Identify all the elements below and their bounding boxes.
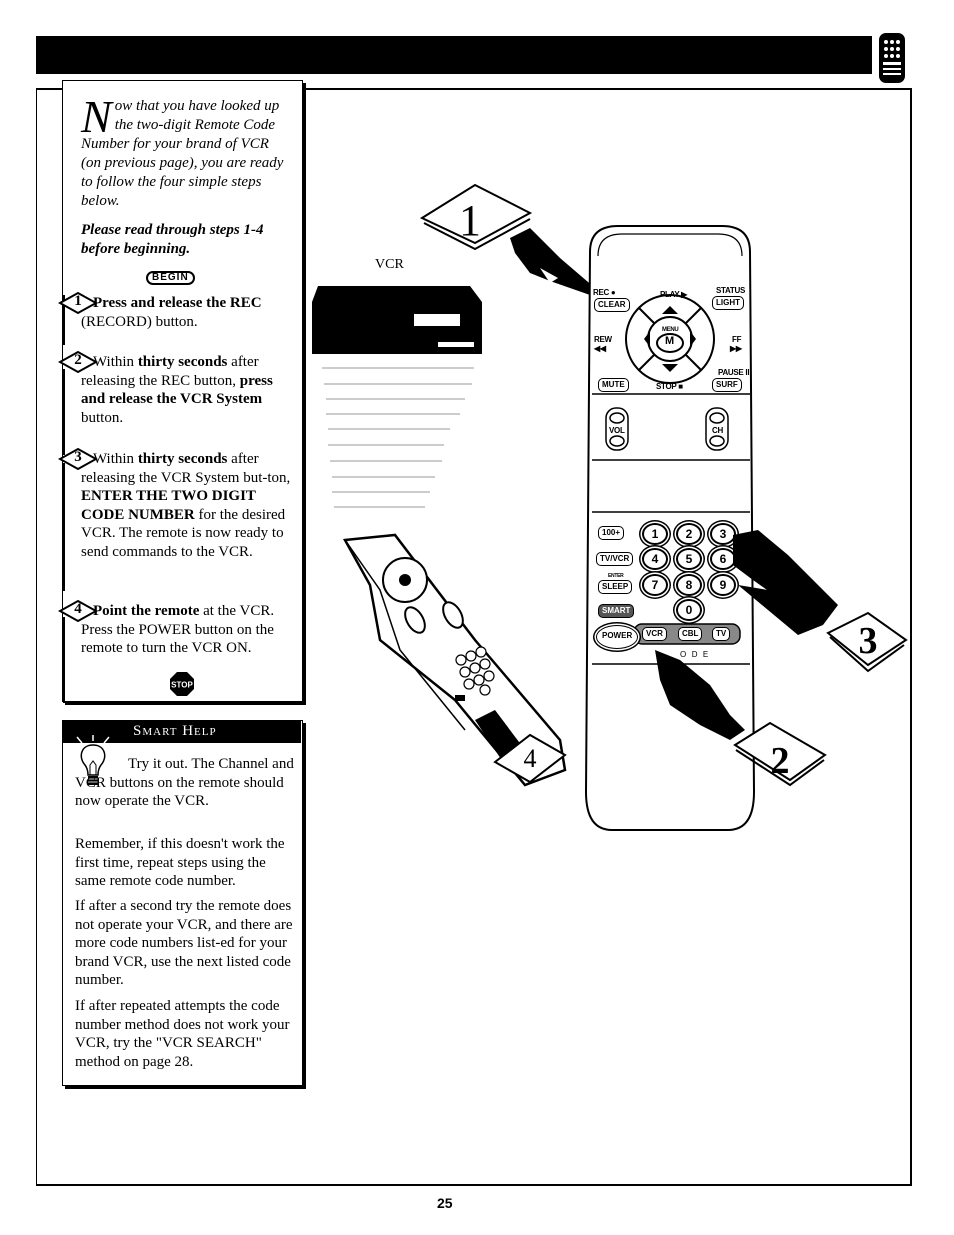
keypad-0-button[interactable]: 0 xyxy=(676,599,702,621)
keypad-4-button[interactable]: 4 xyxy=(642,548,668,570)
step-2-hand-illustration: 2 xyxy=(650,645,830,800)
step-number: 2 xyxy=(74,352,82,368)
step-emphasis: thirty seconds xyxy=(137,451,228,467)
fast-forward-icon[interactable]: ▶▶ xyxy=(730,344,742,353)
step-3: 3 Within thirty seconds after releasing … xyxy=(57,447,293,561)
step-number-diamond: 2 xyxy=(57,350,99,374)
step-number: 4 xyxy=(74,601,82,617)
smart-help-paragraph: If after a second try the remote does no… xyxy=(75,898,293,988)
pause-label: PAUSE II xyxy=(718,368,750,377)
keypad-8-button[interactable]: 8 xyxy=(676,574,702,596)
cbl-mode-button[interactable]: CBL xyxy=(678,627,703,641)
sleep-button[interactable]: SLEEP xyxy=(598,580,633,594)
step-number-diamond: 1 xyxy=(57,291,99,315)
step-text: Press and release the REC (RECORD) butto… xyxy=(81,294,293,331)
step-emphasis: Press and release the REC xyxy=(93,295,262,311)
rew-label: REW xyxy=(594,335,612,344)
tv-vcr-button[interactable]: TV/VCR xyxy=(596,552,634,566)
keypad-5-button[interactable]: 5 xyxy=(676,548,702,570)
smart-help-box: Smart Help Try it out. The Channel and V… xyxy=(62,720,303,1086)
step-text-run: (RECORD) button. xyxy=(81,313,198,330)
remote-control-icon xyxy=(877,32,907,84)
please-read-note: Please read through steps 1-4 before beg… xyxy=(81,222,264,257)
intro-paragraph: Now that you have looked up the two-digi… xyxy=(81,91,291,211)
step-marker-4: 4 xyxy=(524,744,537,773)
stop-label: STOP xyxy=(171,681,193,690)
rec-label: REC ● xyxy=(593,288,616,297)
mute-button[interactable]: MUTE xyxy=(598,378,629,392)
step-marker-3: 3 xyxy=(859,620,878,662)
play-label: PLAY ▶ xyxy=(660,290,688,299)
keypad-2-button[interactable]: 2 xyxy=(676,523,702,545)
step-text: Point the remote at the VCR. Press the P… xyxy=(81,602,293,658)
step-4: 4 Point the remote at the VCR. Press the… xyxy=(57,599,293,658)
stop-sign-icon: STOP xyxy=(169,671,195,697)
keypad-7-button[interactable]: 7 xyxy=(642,574,668,596)
header-bar xyxy=(36,36,872,74)
step-emphasis: thirty seconds xyxy=(137,354,228,370)
smart-help-paragraph: Remember, if this doesn't work the first… xyxy=(75,836,285,889)
step-marker-2: 2 xyxy=(771,740,790,782)
volume-rocker[interactable]: VOL xyxy=(609,426,625,435)
drop-cap: N xyxy=(81,91,112,142)
status-label: STATUS xyxy=(716,286,746,295)
power-button[interactable]: POWER xyxy=(596,625,639,649)
hundred-plus-button[interactable]: 100+ xyxy=(598,526,625,540)
step-emphasis: Point the remote xyxy=(93,603,200,619)
step-number-diamond: 4 xyxy=(57,599,99,623)
step-text: Within thirty seconds after releasing th… xyxy=(81,450,293,561)
surf-button[interactable]: SURF xyxy=(712,378,742,392)
menu-label: MENU xyxy=(662,327,679,333)
step-connector-line xyxy=(63,617,65,703)
step-connector-line xyxy=(63,463,65,591)
begin-badge: BEGIN xyxy=(146,271,195,285)
step-text: Within thirty seconds after releasing th… xyxy=(81,353,293,427)
step-2: 2 Within thirty seconds after releasing … xyxy=(57,350,293,427)
vcr-illustration xyxy=(310,280,485,535)
clear-button[interactable]: CLEAR xyxy=(594,298,630,312)
keypad-1-button[interactable]: 1 xyxy=(642,523,668,545)
smart-help-paragraph: Try it out. The Channel and VCR buttons … xyxy=(75,756,294,809)
step-number-diamond: 3 xyxy=(57,447,99,471)
vcr-mode-button[interactable]: VCR xyxy=(642,627,667,641)
step-1: 1 Press and release the REC (RECORD) but… xyxy=(57,291,293,331)
menu-m-button[interactable]: M xyxy=(665,336,674,347)
step-text-run: Within xyxy=(93,354,138,370)
step-marker-1: 1 xyxy=(459,196,481,245)
channel-rocker[interactable]: CH xyxy=(712,426,723,435)
light-button[interactable]: LIGHT xyxy=(712,296,744,310)
step-number: 1 xyxy=(74,293,82,309)
angled-remote-illustration: 4 xyxy=(325,530,570,795)
smart-help-title: Smart Help xyxy=(133,723,217,739)
smart-button[interactable]: SMART xyxy=(598,604,635,618)
rewind-icon[interactable]: ◀◀ xyxy=(594,344,606,353)
step-connector-line xyxy=(63,369,65,455)
instructions-box: Now that you have looked up the two-digi… xyxy=(57,80,303,703)
smart-help-paragraph: If after repeated attempts the code numb… xyxy=(75,998,290,1070)
stop-label: STOP ■ xyxy=(656,382,683,391)
ff-label: FF xyxy=(732,335,742,344)
page-number: 25 xyxy=(437,1195,453,1211)
step-text-run: button. xyxy=(81,409,124,426)
step-text-run: Within xyxy=(93,451,138,467)
step-number: 3 xyxy=(74,449,82,465)
